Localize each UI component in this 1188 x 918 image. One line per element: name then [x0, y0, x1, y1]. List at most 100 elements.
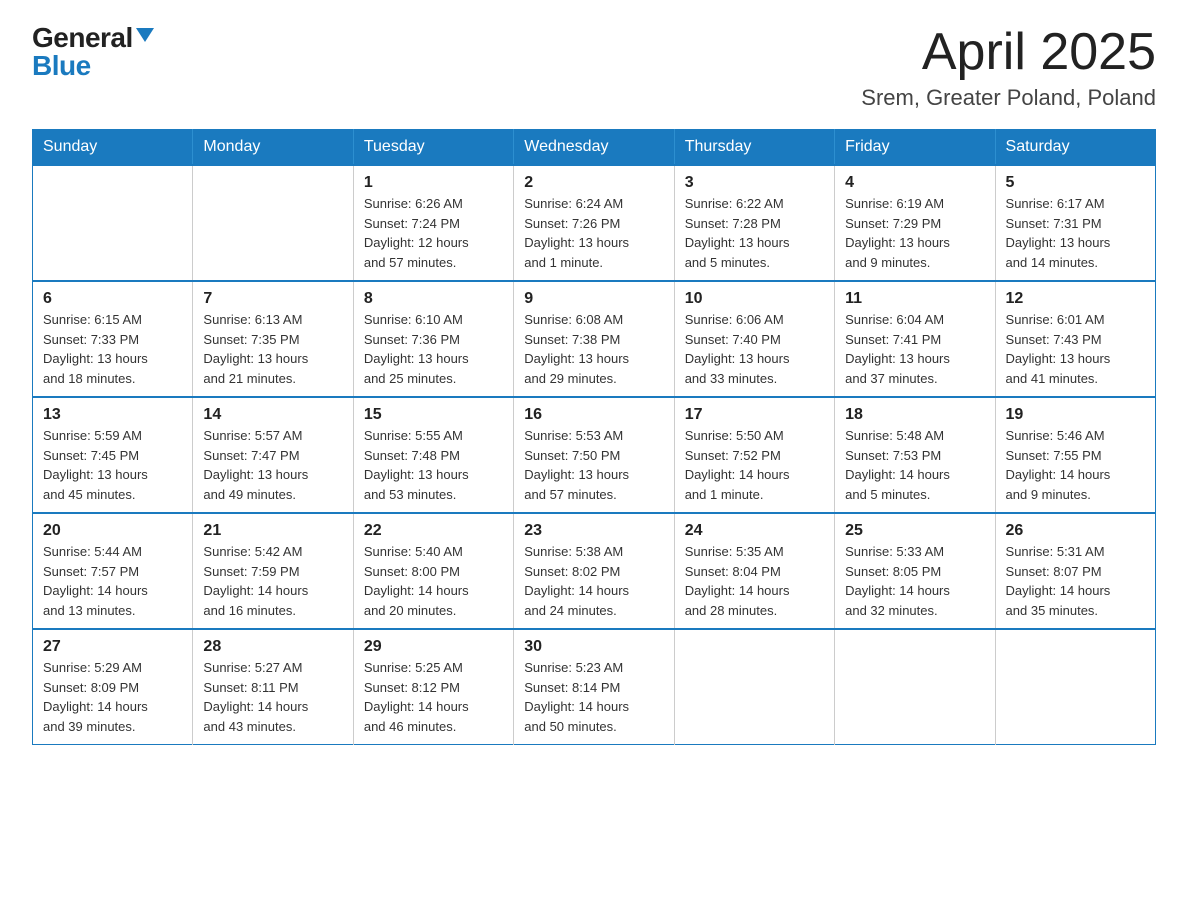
calendar-cell: 26 Sunrise: 5:31 AMSunset: 8:07 PMDayligh… — [995, 513, 1155, 629]
calendar-cell: 22Sunrise: 5:40 AMSunset: 8:00 PMDayligh… — [353, 513, 513, 629]
day-number: 16 — [524, 406, 663, 424]
day-info: Sunrise: 5:38 AMSunset: 8:02 PMDaylight:… — [524, 542, 663, 620]
calendar-body: 1Sunrise: 6:26 AMSunset: 7:24 PMDaylight… — [33, 165, 1156, 745]
calendar-cell: 5Sunrise: 6:17 AMSunset: 7:31 PMDaylight… — [995, 165, 1155, 281]
day-info: Sunrise: 6:22 AMSunset: 7:28 PMDaylight:… — [685, 194, 824, 272]
day-info: Sunrise: 6:04 AMSunset: 7:41 PMDaylight:… — [845, 310, 984, 388]
day-info: Sunrise: 5:23 AMSunset: 8:14 PMDaylight:… — [524, 658, 663, 736]
calendar-cell: 1Sunrise: 6:26 AMSunset: 7:24 PMDaylight… — [353, 165, 513, 281]
day-info: Sunrise: 5:27 AMSunset: 8:11 PMDaylight:… — [203, 658, 342, 736]
calendar-week-row: 20 Sunrise: 5:44 AMSunset: 7:57 PMDayligh… — [33, 513, 1156, 629]
calendar-cell: 8Sunrise: 6:10 AMSunset: 7:36 PMDaylight… — [353, 281, 513, 397]
calendar-cell: 17Sunrise: 5:50 AMSunset: 7:52 PMDayligh… — [674, 397, 834, 513]
calendar-cell: 7 Sunrise: 6:13 AMSunset: 7:35 PMDaylight… — [193, 281, 353, 397]
day-info: Sunrise: 6:26 AMSunset: 7:24 PMDaylight:… — [364, 194, 503, 272]
calendar-cell — [995, 629, 1155, 745]
calendar-header: SundayMondayTuesdayWednesdayThursdayFrid… — [33, 130, 1156, 166]
calendar-cell: 21 Sunrise: 5:42 AMSunset: 7:59 PMDayligh… — [193, 513, 353, 629]
day-number: 6 — [43, 290, 182, 308]
day-info: Sunrise: 5:50 AMSunset: 7:52 PMDaylight:… — [685, 426, 824, 504]
day-info: Sunrise: 5:33 AMSunset: 8:05 PMDaylight:… — [845, 542, 984, 620]
day-info: Sunrise: 6:01 AMSunset: 7:43 PMDaylight:… — [1006, 310, 1145, 388]
day-number: 2 — [524, 174, 663, 192]
calendar-table: SundayMondayTuesdayWednesdayThursdayFrid… — [32, 129, 1156, 745]
day-info: Sunrise: 5:53 AMSunset: 7:50 PMDaylight:… — [524, 426, 663, 504]
day-number: 27 — [43, 638, 182, 656]
day-info: Sunrise: 5:44 AMSunset: 7:57 PMDaylight:… — [43, 542, 182, 620]
day-number: 25 — [845, 522, 984, 540]
calendar-cell — [835, 629, 995, 745]
calendar-cell: 4Sunrise: 6:19 AMSunset: 7:29 PMDaylight… — [835, 165, 995, 281]
day-number: 5 — [1006, 174, 1145, 192]
day-info: Sunrise: 6:15 AMSunset: 7:33 PMDaylight:… — [43, 310, 182, 388]
logo-general: General — [32, 24, 133, 52]
day-number: 7 — [203, 290, 342, 308]
calendar-week-row: 1Sunrise: 6:26 AMSunset: 7:24 PMDaylight… — [33, 165, 1156, 281]
calendar-cell: 30 Sunrise: 5:23 AMSunset: 8:14 PMDayligh… — [514, 629, 674, 745]
day-number: 3 — [685, 174, 824, 192]
day-number: 24 — [685, 522, 824, 540]
day-info: Sunrise: 6:10 AMSunset: 7:36 PMDaylight:… — [364, 310, 503, 388]
logo: General Blue — [32, 24, 154, 80]
calendar-week-row: 13Sunrise: 5:59 AMSunset: 7:45 PMDayligh… — [33, 397, 1156, 513]
day-number: 26 — [1006, 522, 1145, 540]
day-info: Sunrise: 5:31 AMSunset: 8:07 PMDaylight:… — [1006, 542, 1145, 620]
day-info: Sunrise: 5:48 AMSunset: 7:53 PMDaylight:… — [845, 426, 984, 504]
day-number: 30 — [524, 638, 663, 656]
weekday-header-sunday: Sunday — [33, 130, 193, 166]
title-section: April 2025 Srem, Greater Poland, Poland — [861, 24, 1156, 111]
day-info: Sunrise: 5:42 AMSunset: 7:59 PMDaylight:… — [203, 542, 342, 620]
calendar-cell: 19 Sunrise: 5:46 AMSunset: 7:55 PMDayligh… — [995, 397, 1155, 513]
calendar-cell: 27 Sunrise: 5:29 AMSunset: 8:09 PMDayligh… — [33, 629, 193, 745]
calendar-cell — [33, 165, 193, 281]
calendar-cell: 3 Sunrise: 6:22 AMSunset: 7:28 PMDaylight… — [674, 165, 834, 281]
calendar-cell — [674, 629, 834, 745]
calendar-cell: 23 Sunrise: 5:38 AMSunset: 8:02 PMDayligh… — [514, 513, 674, 629]
calendar-cell: 6 Sunrise: 6:15 AMSunset: 7:33 PMDaylight… — [33, 281, 193, 397]
calendar-cell: 18Sunrise: 5:48 AMSunset: 7:53 PMDayligh… — [835, 397, 995, 513]
day-number: 15 — [364, 406, 503, 424]
weekday-header-wednesday: Wednesday — [514, 130, 674, 166]
day-number: 22 — [364, 522, 503, 540]
calendar-title: April 2025 — [861, 24, 1156, 81]
day-number: 12 — [1006, 290, 1145, 308]
calendar-cell: 13Sunrise: 5:59 AMSunset: 7:45 PMDayligh… — [33, 397, 193, 513]
day-info: Sunrise: 6:24 AMSunset: 7:26 PMDaylight:… — [524, 194, 663, 272]
calendar-cell: 10 Sunrise: 6:06 AMSunset: 7:40 PMDayligh… — [674, 281, 834, 397]
day-number: 29 — [364, 638, 503, 656]
day-number: 28 — [203, 638, 342, 656]
calendar-cell: 11 Sunrise: 6:04 AMSunset: 7:41 PMDayligh… — [835, 281, 995, 397]
calendar-cell: 24Sunrise: 5:35 AMSunset: 8:04 PMDayligh… — [674, 513, 834, 629]
calendar-cell — [193, 165, 353, 281]
day-info: Sunrise: 6:19 AMSunset: 7:29 PMDaylight:… — [845, 194, 984, 272]
day-number: 23 — [524, 522, 663, 540]
calendar-cell: 9 Sunrise: 6:08 AMSunset: 7:38 PMDaylight… — [514, 281, 674, 397]
calendar-cell: 28 Sunrise: 5:27 AMSunset: 8:11 PMDayligh… — [193, 629, 353, 745]
day-info: Sunrise: 6:06 AMSunset: 7:40 PMDaylight:… — [685, 310, 824, 388]
day-number: 19 — [1006, 406, 1145, 424]
day-number: 20 — [43, 522, 182, 540]
logo-blue: Blue — [32, 52, 91, 80]
calendar-subtitle: Srem, Greater Poland, Poland — [861, 85, 1156, 111]
day-number: 21 — [203, 522, 342, 540]
day-info: Sunrise: 5:46 AMSunset: 7:55 PMDaylight:… — [1006, 426, 1145, 504]
weekday-header-monday: Monday — [193, 130, 353, 166]
day-number: 10 — [685, 290, 824, 308]
calendar-cell: 16 Sunrise: 5:53 AMSunset: 7:50 PMDayligh… — [514, 397, 674, 513]
day-number: 9 — [524, 290, 663, 308]
day-info: Sunrise: 5:29 AMSunset: 8:09 PMDaylight:… — [43, 658, 182, 736]
calendar-cell: 25 Sunrise: 5:33 AMSunset: 8:05 PMDayligh… — [835, 513, 995, 629]
day-number: 14 — [203, 406, 342, 424]
calendar-cell: 15 Sunrise: 5:55 AMSunset: 7:48 PMDayligh… — [353, 397, 513, 513]
day-info: Sunrise: 5:55 AMSunset: 7:48 PMDaylight:… — [364, 426, 503, 504]
weekday-header-tuesday: Tuesday — [353, 130, 513, 166]
day-info: Sunrise: 6:08 AMSunset: 7:38 PMDaylight:… — [524, 310, 663, 388]
day-number: 11 — [845, 290, 984, 308]
day-info: Sunrise: 6:13 AMSunset: 7:35 PMDaylight:… — [203, 310, 342, 388]
day-info: Sunrise: 5:59 AMSunset: 7:45 PMDaylight:… — [43, 426, 182, 504]
logo-triangle-icon — [136, 28, 154, 42]
calendar-cell: 20 Sunrise: 5:44 AMSunset: 7:57 PMDayligh… — [33, 513, 193, 629]
weekday-header-friday: Friday — [835, 130, 995, 166]
day-info: Sunrise: 5:25 AMSunset: 8:12 PMDaylight:… — [364, 658, 503, 736]
calendar-cell: 29 Sunrise: 5:25 AMSunset: 8:12 PMDayligh… — [353, 629, 513, 745]
